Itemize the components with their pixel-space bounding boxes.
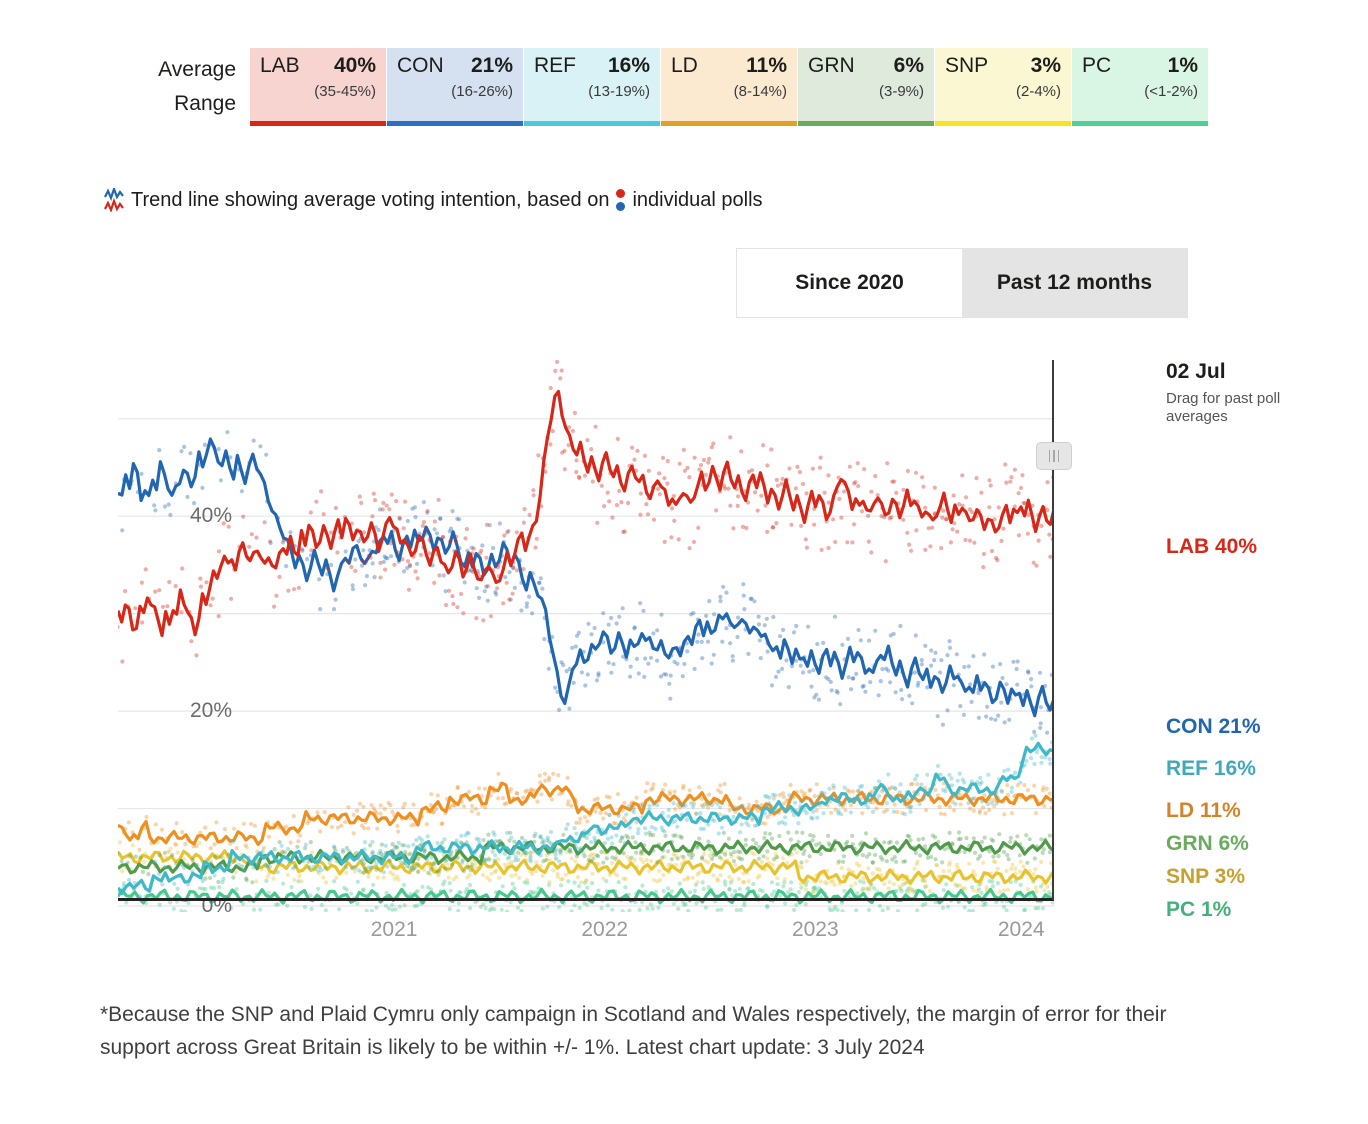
- end-label-snp: SNP 3%: [1166, 865, 1245, 888]
- end-label-lab: LAB 40%: [1166, 535, 1258, 558]
- average-label: Average: [158, 58, 236, 81]
- poll-dots-icon: [616, 189, 626, 211]
- party-range: (16-26%): [451, 83, 513, 100]
- party-code: PC: [1082, 54, 1112, 77]
- party-accent-bar: [798, 121, 934, 126]
- end-label-ld: LD 11%: [1166, 799, 1241, 822]
- end-label-pc: PC 1%: [1166, 898, 1232, 921]
- party-range: (35-45%): [314, 83, 376, 100]
- poll-tracker-page: Average Range LAB 40% (35-45%) CON 21% (16-26…: [0, 0, 1368, 1124]
- party-average: 1%: [1167, 54, 1198, 77]
- legend-text-after: individual polls: [632, 188, 763, 211]
- end-label-grn: GRN 6%: [1166, 832, 1249, 855]
- x-tick-label: 2022: [581, 918, 629, 941]
- party-average: 3%: [1030, 54, 1061, 77]
- trend-line-icon: [104, 188, 124, 212]
- footnote: *Because the SNP and Plaid Cymru only ca…: [100, 1003, 1167, 1059]
- poll-dots-lab: [118, 360, 1054, 664]
- chart-plot-area: [118, 360, 1054, 912]
- current-date-axis: [1052, 360, 1054, 900]
- tab-past-12-months[interactable]: Past 12 months: [962, 249, 1187, 317]
- party-average: 21%: [470, 54, 513, 77]
- y-tick-label: 20%: [189, 699, 232, 723]
- party-code: SNP: [945, 54, 989, 77]
- x-tick-label: 2023: [791, 918, 839, 941]
- party-code: GRN: [808, 54, 855, 77]
- range-label: Range: [174, 92, 236, 115]
- party-range: (8-14%): [733, 83, 787, 100]
- party-card-pc: PC 1% (<1-2%): [1072, 48, 1208, 126]
- party-card-lab: LAB 40% (35-45%): [250, 48, 386, 126]
- party-average: 11%: [746, 54, 787, 77]
- trend-line-lab: [118, 389, 1054, 638]
- party-accent-bar: [935, 121, 1071, 126]
- legend-text-before: Trend line showing average voting intent…: [131, 188, 610, 211]
- x-tick-label: 2024: [997, 918, 1045, 941]
- x-axis-line: [118, 898, 1054, 901]
- timeframe-toggle[interactable]: Since 2020 Past 12 months: [736, 248, 1188, 318]
- poll-trend-chart: 0% 20% 40% 2021 2022 2023 2024 02 Jul Drag fo…: [104, 352, 1280, 952]
- party-range: (<1-2%): [1144, 83, 1198, 100]
- party-card-grn: GRN 6% (3-9%): [798, 48, 934, 126]
- party-accent-bar: [1072, 121, 1208, 126]
- party-accent-bar: [524, 121, 660, 126]
- party-code: LAB: [260, 54, 300, 77]
- party-card-snp: SNP 3% (2-4%): [935, 48, 1071, 126]
- party-summary: Average Range LAB 40% (35-45%) CON 21% (16-26…: [104, 48, 1209, 126]
- party-cards: LAB 40% (35-45%) CON 21% (16-26%) REF 16% (13-19…: [250, 48, 1209, 126]
- x-tick-label: 2021: [370, 918, 418, 941]
- summary-row-labels: Average Range: [104, 48, 250, 126]
- party-code: LD: [671, 54, 698, 77]
- party-average: 40%: [333, 54, 376, 77]
- party-average: 6%: [893, 54, 924, 77]
- tab-since-2020[interactable]: Since 2020: [737, 249, 962, 317]
- party-average: 16%: [607, 54, 650, 77]
- party-accent-bar: [250, 121, 386, 126]
- party-code: CON: [397, 54, 444, 77]
- party-card-ref: REF 16% (13-19%): [524, 48, 660, 126]
- chart-legend: Trend line showing average voting intent…: [104, 188, 763, 212]
- poll-dots-ld: [118, 771, 1054, 854]
- y-tick-label: 40%: [189, 504, 232, 528]
- party-card-ld: LD 11% (8-14%): [661, 48, 797, 126]
- party-accent-bar: [661, 121, 797, 126]
- party-range: (2-4%): [1015, 83, 1061, 100]
- end-label-ref: REF 16%: [1166, 757, 1256, 780]
- end-label-con: CON 21%: [1166, 715, 1261, 738]
- party-card-con: CON 21% (16-26%): [387, 48, 523, 126]
- party-accent-bar: [387, 121, 523, 126]
- series-end-labels: LAB 40% CON 21% REF 16% LD 11% GRN 6% SNP 3% P…: [1166, 352, 1346, 952]
- party-code: REF: [534, 54, 576, 77]
- party-range: (13-19%): [588, 83, 650, 100]
- party-range: (3-9%): [878, 83, 924, 100]
- drag-handle-icon[interactable]: [1036, 442, 1072, 470]
